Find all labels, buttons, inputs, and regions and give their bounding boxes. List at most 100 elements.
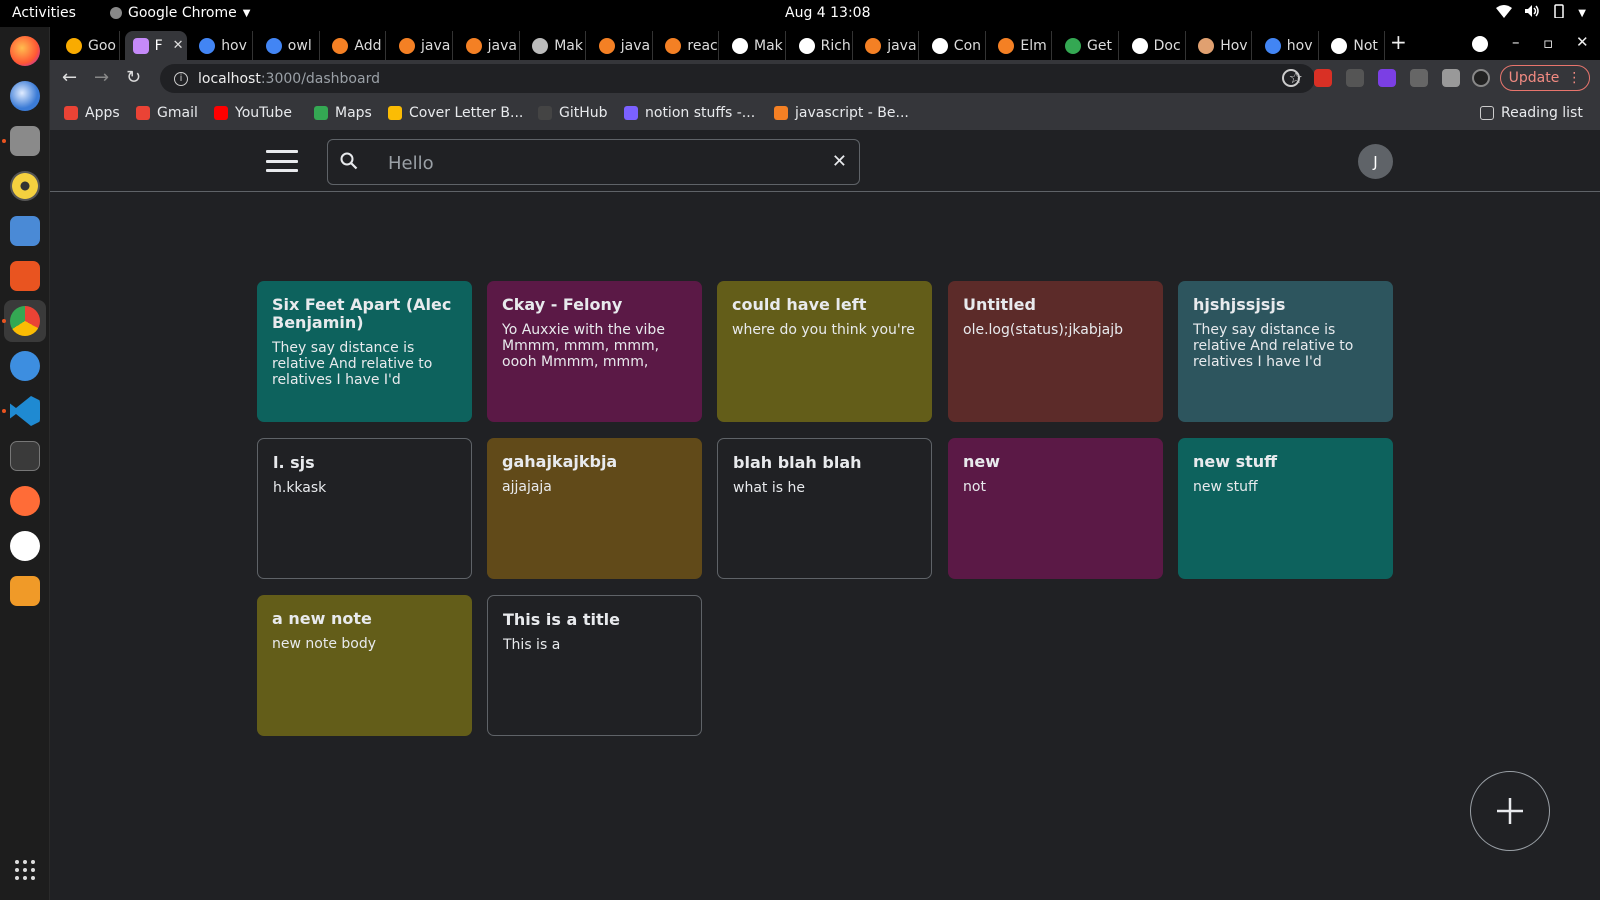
profile-avatar-icon[interactable] bbox=[1472, 69, 1490, 87]
browser-tab[interactable]: Elm bbox=[990, 31, 1053, 60]
note-card[interactable]: new stuff new stuff bbox=[1178, 438, 1393, 579]
browser-tab[interactable]: Get bbox=[1057, 31, 1119, 60]
software-center-icon[interactable] bbox=[10, 261, 40, 291]
app-menu[interactable]: Google Chrome ▼ bbox=[110, 5, 250, 21]
show-applications-icon[interactable] bbox=[15, 860, 35, 880]
address-bar[interactable]: i localhost:3000/dashboard ☆ bbox=[160, 64, 1315, 93]
new-tab-button[interactable]: + bbox=[1390, 30, 1407, 54]
extension-pen-icon[interactable] bbox=[1410, 69, 1428, 87]
note-body: h.kkask bbox=[273, 480, 327, 496]
mongodb-icon[interactable] bbox=[10, 531, 40, 561]
forward-arrow-icon[interactable]: → bbox=[94, 67, 109, 88]
tab-favicon-icon bbox=[532, 37, 549, 54]
rhythmbox-icon[interactable] bbox=[10, 171, 40, 201]
browser-tab[interactable]: hov bbox=[191, 31, 254, 60]
bookmark-item[interactable]: Apps bbox=[64, 105, 120, 121]
note-body: new note body bbox=[272, 636, 377, 652]
avatar[interactable]: J bbox=[1358, 144, 1393, 179]
clear-search-icon[interactable]: ✕ bbox=[832, 151, 847, 172]
extension-gray-icon[interactable] bbox=[1346, 69, 1364, 87]
terminal-icon[interactable] bbox=[10, 441, 40, 471]
browser-tab[interactable]: Mak bbox=[724, 31, 786, 60]
note-card[interactable]: could have left where do you think you're bbox=[717, 281, 932, 422]
bookmark-item[interactable]: notion stuffs -... bbox=[624, 105, 755, 121]
system-tray[interactable]: ▼ bbox=[1496, 4, 1586, 22]
extension-w-icon[interactable] bbox=[1282, 69, 1300, 87]
browser-tab[interactable]: reac bbox=[657, 31, 720, 60]
note-card[interactable]: l. sjs h.kkask bbox=[257, 438, 472, 579]
tab-favicon-icon bbox=[931, 37, 948, 54]
site-info-icon[interactable]: i bbox=[174, 71, 188, 86]
bookmark-icon bbox=[64, 106, 78, 120]
back-arrow-icon[interactable]: ← bbox=[62, 67, 77, 88]
tab-label: F bbox=[154, 37, 163, 54]
search-input[interactable] bbox=[388, 148, 808, 178]
note-title: hjshjssjsjs bbox=[1193, 296, 1286, 314]
note-card[interactable]: blah blah blah what is he bbox=[717, 438, 932, 579]
ubuntu-dock bbox=[0, 27, 50, 900]
browser-tab[interactable]: java bbox=[458, 31, 520, 60]
thunderbird-icon[interactable] bbox=[10, 81, 40, 111]
reload-icon[interactable]: ↻ bbox=[126, 67, 141, 88]
browser-tab[interactable]: Doc bbox=[1124, 31, 1186, 60]
tab-label: Goo bbox=[88, 37, 116, 54]
browser-tab[interactable]: Add bbox=[324, 31, 387, 60]
extension-red-icon[interactable] bbox=[1314, 69, 1332, 87]
menu-icon[interactable] bbox=[266, 150, 298, 172]
browser-tab[interactable]: Not bbox=[1323, 31, 1386, 60]
note-card[interactable]: gahajkajkbja ajjajaja bbox=[487, 438, 702, 579]
activities-button[interactable]: Activities bbox=[12, 5, 76, 21]
browser-tab[interactable]: Goo bbox=[58, 31, 120, 60]
bookmark-label: Gmail bbox=[157, 105, 198, 121]
browser-tab[interactable]: Hov bbox=[1190, 31, 1253, 60]
vscode-icon[interactable] bbox=[10, 396, 40, 426]
bookmark-item[interactable]: Cover Letter B... bbox=[388, 105, 523, 121]
minimize-icon[interactable]: – bbox=[1512, 33, 1520, 51]
note-card[interactable]: Six Feet Apart (Alec Benjamin) They say d… bbox=[257, 281, 472, 422]
browser-tab[interactable]: java bbox=[591, 31, 653, 60]
sublime-icon[interactable] bbox=[10, 576, 40, 606]
bookmark-item[interactable]: Gmail bbox=[136, 105, 198, 121]
files-icon[interactable] bbox=[10, 126, 40, 156]
note-body: what is he bbox=[733, 480, 805, 496]
firefox-icon[interactable] bbox=[10, 36, 40, 66]
browser-tab[interactable]: Mak bbox=[524, 31, 587, 60]
reading-list[interactable]: Reading list bbox=[1480, 105, 1583, 121]
close-tab-icon[interactable]: ✕ bbox=[173, 38, 184, 53]
note-card[interactable]: Ckay - Felony Yo Auxxie with the vibe Mmm… bbox=[487, 281, 702, 422]
add-note-button[interactable] bbox=[1470, 771, 1550, 851]
note-card[interactable]: This is a title This is a bbox=[487, 595, 702, 736]
note-card[interactable]: new not bbox=[948, 438, 1163, 579]
bookmark-item[interactable]: GitHub bbox=[538, 105, 608, 121]
close-window-icon[interactable]: ✕ bbox=[1576, 33, 1589, 51]
dashboard-page: ✕ J Six Feet Apart (Alec Benjamin) They s… bbox=[50, 130, 1600, 900]
writer-icon[interactable] bbox=[10, 216, 40, 246]
help-icon[interactable] bbox=[10, 351, 40, 381]
note-card[interactable]: a new note new note body bbox=[257, 595, 472, 736]
note-title: a new note bbox=[272, 610, 372, 628]
browser-tab[interactable]: Con bbox=[924, 31, 986, 60]
tab-search-icon[interactable] bbox=[1472, 36, 1488, 52]
extensions-puzzle-icon[interactable] bbox=[1442, 69, 1460, 87]
clock[interactable]: Aug 4 13:08 bbox=[785, 5, 871, 21]
browser-tab[interactable]: Rich bbox=[791, 31, 853, 60]
bookmark-item[interactable]: Maps bbox=[314, 105, 372, 121]
plus-icon bbox=[1497, 798, 1523, 824]
browser-tab[interactable]: hov bbox=[1257, 31, 1319, 60]
postman-icon[interactable] bbox=[10, 486, 40, 516]
browser-tab[interactable]: java bbox=[391, 31, 453, 60]
tab-label: java bbox=[487, 37, 517, 54]
bookmark-item[interactable]: javascript - Be... bbox=[774, 105, 909, 121]
browser-tab[interactable]: F ✕ bbox=[124, 31, 187, 60]
tab-favicon-icon bbox=[1065, 37, 1081, 54]
note-card[interactable]: hjshjssjsjs They say distance is relative… bbox=[1178, 281, 1393, 422]
browser-tab[interactable]: owl bbox=[258, 31, 320, 60]
update-button[interactable]: Update ⋮ bbox=[1500, 65, 1590, 91]
extension-purple-icon[interactable] bbox=[1378, 69, 1396, 87]
note-card[interactable]: Untitled ole.log(status);jkabjajb bbox=[948, 281, 1163, 422]
bookmark-item[interactable]: YouTube bbox=[214, 105, 292, 121]
chrome-icon[interactable] bbox=[10, 306, 40, 336]
maximize-icon[interactable]: ▫ bbox=[1543, 34, 1553, 52]
note-title: Untitled bbox=[963, 296, 1036, 314]
browser-tab[interactable]: java bbox=[857, 31, 920, 60]
